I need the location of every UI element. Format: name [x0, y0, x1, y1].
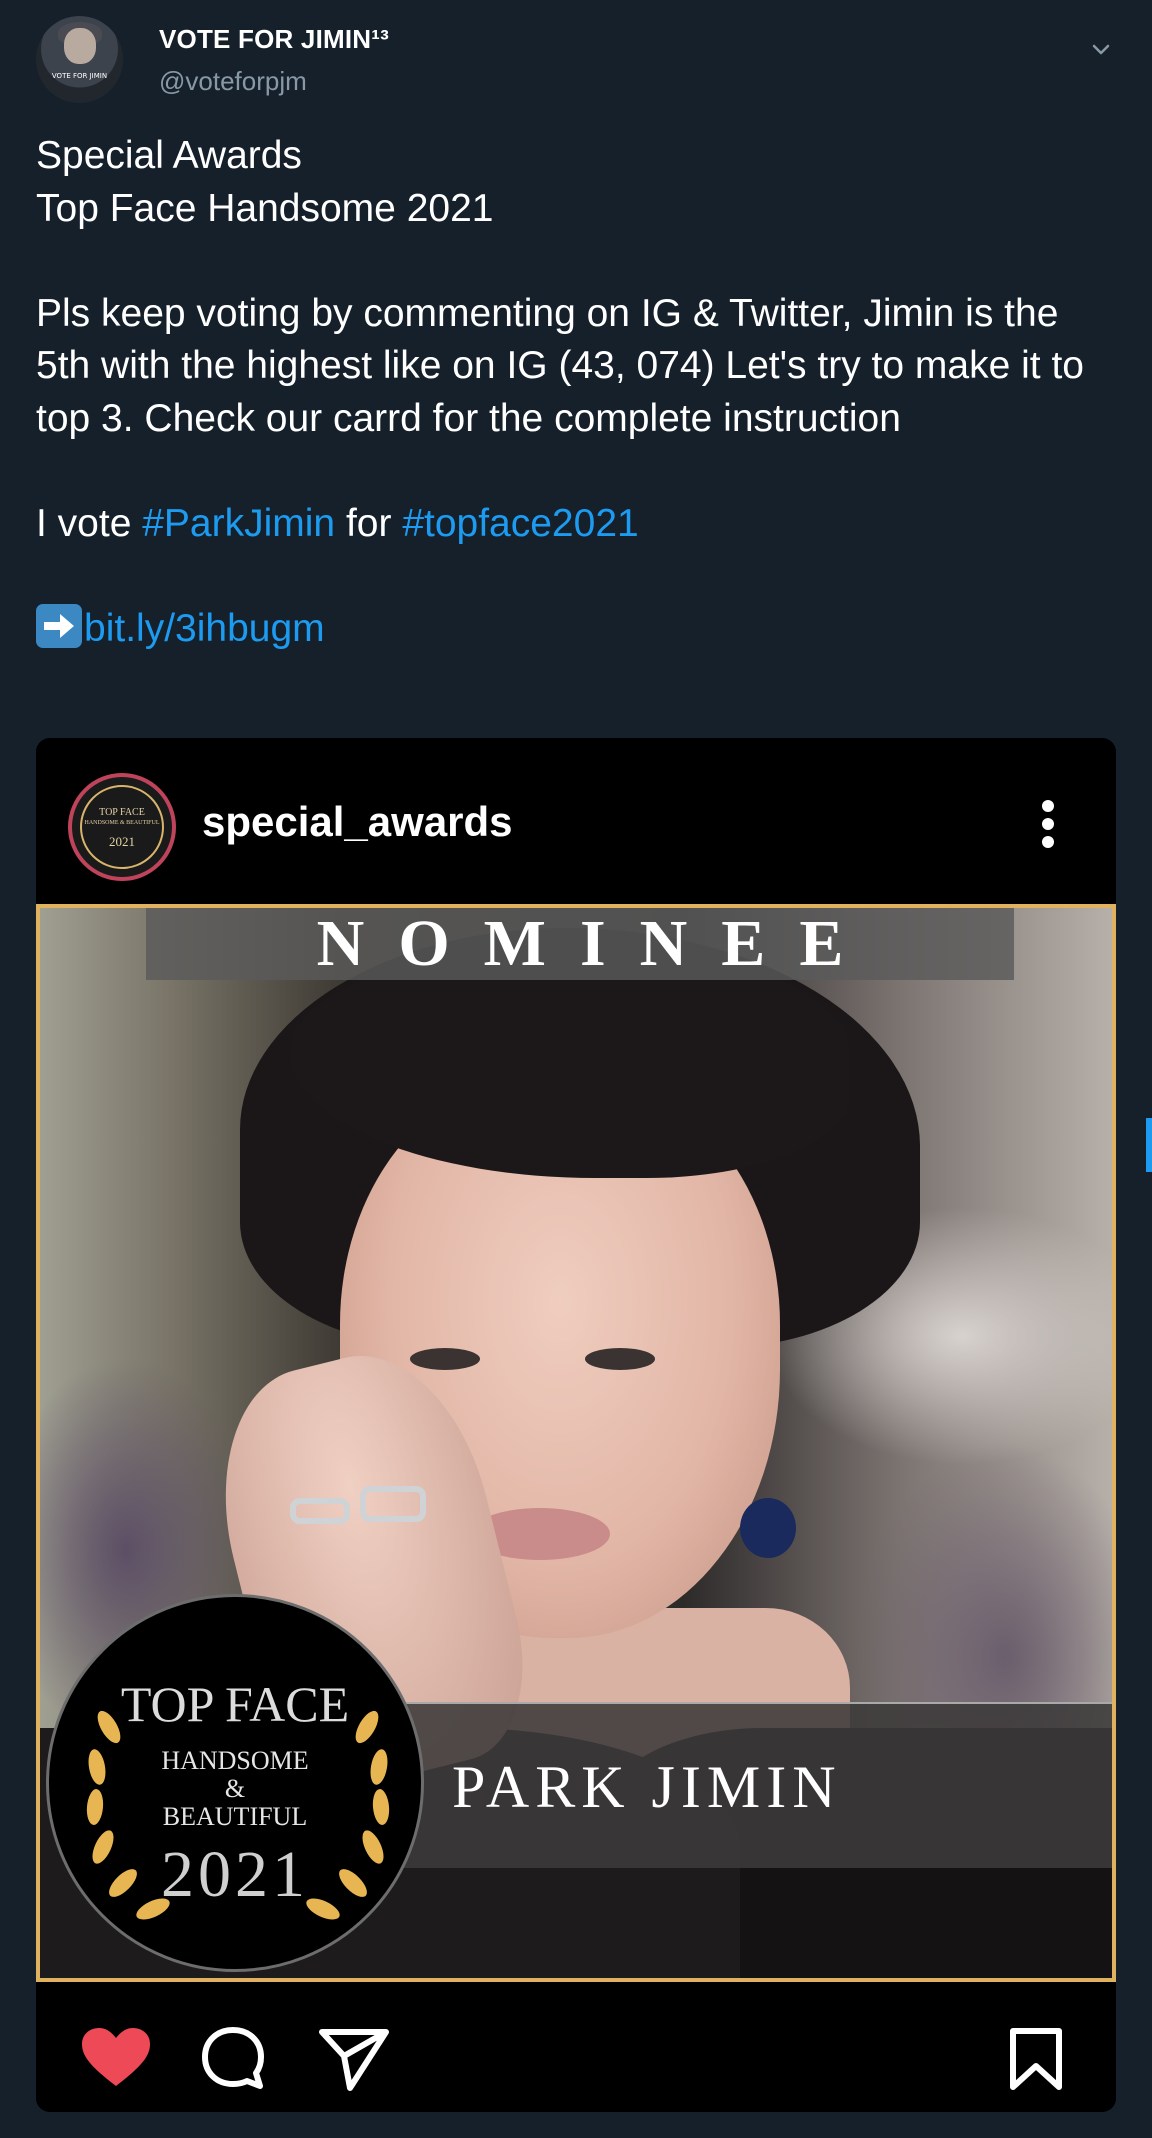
display-name[interactable]: VOTE FOR JIMIN¹³	[159, 24, 389, 55]
tweet-header: VOTE FOR JIMIN VOTE FOR JIMIN¹³ @votefor…	[36, 16, 1116, 106]
ig-username[interactable]: special_awards	[202, 798, 513, 846]
top-face-badge: TOP FACE HANDSOME & BEAUTIFUL 2021	[46, 1594, 424, 1972]
nominee-name: PARK JIMIN	[400, 1702, 1112, 1868]
user-handle[interactable]: @voteforpjm	[159, 66, 307, 97]
bookmark-icon[interactable]	[1008, 2026, 1064, 2097]
tweet-line: Special Awards	[36, 134, 302, 177]
left-eye-shape	[410, 1348, 480, 1370]
speech-bubble-icon[interactable]	[200, 2026, 266, 2097]
chevron-down-icon[interactable]	[1086, 34, 1116, 64]
special-awards-logo[interactable]: TOP FACE HANDSOME & BEAUTIFUL 2021	[68, 773, 176, 881]
scroll-indicator[interactable]	[1146, 1118, 1152, 1172]
ring-shape	[360, 1486, 426, 1522]
avatar-text: VOTE FOR JIMIN	[51, 72, 108, 80]
avatar[interactable]: VOTE FOR JIMIN	[36, 16, 123, 103]
logo-inner: TOP FACE HANDSOME & BEAUTIFUL 2021	[80, 785, 164, 869]
paper-plane-icon[interactable]	[318, 2026, 390, 2097]
nominee-photo: NOMINEE PARK JIMIN TOP FACE HANDSOME & B…	[36, 904, 1116, 1982]
tweet-paragraph: Pls keep voting by commenting on IG & Tw…	[36, 291, 1095, 440]
vote-prefix: I vote	[36, 501, 143, 545]
hashtag-parkjimin[interactable]: #ParkJimin	[142, 502, 335, 545]
hashtag-topface2021[interactable]: #topface2021	[402, 502, 638, 545]
embedded-instagram-post[interactable]: TOP FACE HANDSOME & BEAUTIFUL 2021 speci…	[36, 738, 1116, 2112]
right-eye-shape	[585, 1348, 655, 1370]
vote-middle: for	[335, 501, 403, 545]
tweet-line: Top Face Handsome 2021	[36, 186, 494, 230]
earring-shape	[740, 1498, 796, 1558]
tweet-body: Special Awards Top Face Handsome 2021 Pl…	[36, 130, 1096, 655]
logo-text-year: 2021	[109, 834, 135, 849]
ig-action-bar	[36, 1986, 1116, 2112]
ig-post-header: TOP FACE HANDSOME & BEAUTIFUL 2021 speci…	[36, 738, 1116, 903]
right-arrow-emoji-icon	[36, 603, 82, 648]
logo-text-mid: HANDSOME & BEAUTIFUL	[84, 820, 160, 826]
ring-shape	[290, 1498, 350, 1524]
vertical-dots-icon[interactable]	[1040, 800, 1056, 850]
logo-text-top: TOP FACE	[99, 807, 145, 818]
laurel-icon	[86, 1710, 390, 1920]
nominee-banner: NOMINEE	[146, 908, 1014, 980]
avatar-face	[64, 28, 96, 64]
heart-icon[interactable]	[80, 2026, 152, 2095]
carrd-link[interactable]: bit.ly/3ihbugm	[84, 607, 325, 650]
